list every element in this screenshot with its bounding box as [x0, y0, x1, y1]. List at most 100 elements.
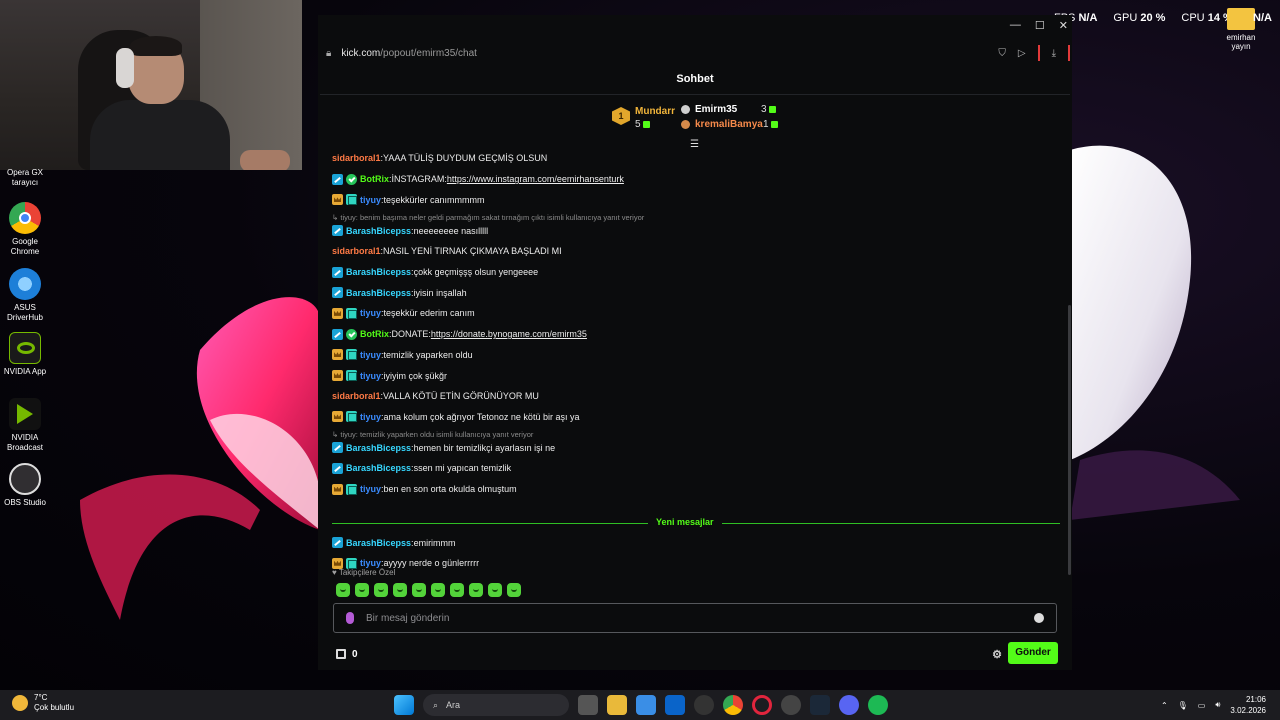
chat-message: BarashBicepss: iyisin inşallah	[332, 287, 467, 299]
mod-badge-icon	[332, 225, 343, 237]
chat-message: BotRix: DONATE: https://donate.bynogame.…	[332, 328, 587, 340]
chat-username[interactable]: sidarboral1	[332, 153, 381, 163]
leaderboard-second-name[interactable]: Emirm35	[695, 104, 737, 115]
taskbar-search[interactable]: ⌕ Ara	[423, 694, 569, 716]
weather-widget[interactable]: 7°C Çok bulutlu	[12, 693, 74, 713]
chat-username[interactable]: tiyuy	[360, 371, 381, 381]
chat-username[interactable]: BotRix	[360, 174, 389, 184]
minimize-button[interactable]: —	[1010, 19, 1021, 32]
download-icon[interactable]: ⤓	[1052, 48, 1056, 59]
chat-input-placeholder: Bir mesaj gönderin	[366, 612, 450, 624]
weather-icon	[12, 695, 28, 711]
chat-username[interactable]: BarashBicepss	[346, 538, 411, 548]
task-view-icon[interactable]	[578, 695, 598, 715]
chat-username[interactable]: BotRix	[360, 329, 389, 339]
chat-username[interactable]: BarashBicepss	[346, 463, 411, 473]
chat-message-input[interactable]: Bir mesaj gönderin	[333, 603, 1057, 633]
obs-taskbar-icon[interactable]	[781, 695, 801, 715]
chat-message: sidarboral1: NASIL YENİ TIRNAK ÇIKMAYA B…	[332, 246, 562, 256]
chat-username[interactable]: tiyuy	[360, 350, 381, 360]
steam-icon[interactable]	[810, 695, 830, 715]
chat-username[interactable]: tiyuy	[360, 484, 381, 494]
reply-context[interactable]: ↳ tiyuy: temizlik yaparken oldu isimli k…	[332, 430, 533, 439]
chat-message-link[interactable]: https://donate.bynogame.com/emirm35	[431, 329, 587, 339]
emoji-picker-icon[interactable]	[1034, 613, 1044, 623]
emote-bar	[336, 583, 521, 597]
emote-4[interactable]	[393, 583, 407, 597]
desktop-icon-nvidia-app[interactable]: NVIDIA App	[2, 332, 48, 377]
volume-icon[interactable]: 🔊︎	[1215, 700, 1220, 710]
chat-username[interactable]: sidarboral1	[332, 391, 381, 401]
recording-indicator	[1037, 45, 1040, 61]
leaderboard-first-count: 5	[635, 119, 650, 130]
emote-10[interactable]	[507, 583, 521, 597]
leaderboard-third-name[interactable]: kremaliBamya	[695, 119, 763, 130]
search-icon: ⌕	[433, 699, 439, 710]
microsoft-store-icon[interactable]	[636, 695, 656, 715]
sub-badge-icon	[346, 411, 357, 423]
microphone-tray-icon[interactable]: 🎙︎	[1178, 701, 1188, 710]
chat-message: sidarboral1: YAAA TÜLİŞ DUYDUM GEÇMİŞ OL…	[332, 153, 547, 163]
chat-username[interactable]: BarashBicepss	[346, 288, 411, 298]
desktop-icon-asus-driverhub[interactable]: ASUS DriverHub	[2, 268, 48, 323]
emote-7[interactable]	[450, 583, 464, 597]
sub-badge-icon	[346, 370, 357, 381]
chat-message-link[interactable]: https://www.instagram.com/eemirhansentur…	[447, 174, 624, 184]
settings-app-icon[interactable]	[694, 695, 714, 715]
display-tray-icon[interactable]: ▭	[1198, 701, 1206, 710]
desktop-icon-opera-gx[interactable]: Opera GX tarayıcı	[2, 168, 48, 188]
chat-username[interactable]: tiyuy	[360, 412, 381, 422]
settings-gear-icon[interactable]: ⚙	[992, 648, 1002, 661]
desktop-icon-chrome[interactable]: Google Chrome	[2, 202, 48, 257]
desktop-icon-obs-studio[interactable]: OBS Studio	[2, 463, 48, 508]
emote-5[interactable]	[412, 583, 426, 597]
file-explorer-icon[interactable]	[607, 695, 627, 715]
emote-1[interactable]	[336, 583, 350, 597]
emote-3[interactable]	[374, 583, 388, 597]
tray-overflow-chevron-icon[interactable]: ⌃	[1161, 701, 1168, 710]
chat-username[interactable]: tiyuy	[360, 195, 381, 205]
chat-username[interactable]: tiyuy	[360, 558, 381, 568]
taskbar-search-label: Ara	[446, 700, 461, 710]
outlook-icon[interactable]	[665, 695, 685, 715]
emote-2[interactable]	[355, 583, 369, 597]
reply-context[interactable]: ↳ tiyuy: benim başıma neler geldi parmağ…	[332, 213, 644, 222]
address-bar[interactable]: 🔒︎ kick.com/popout/emirm35/chat ⛉ ▷ ⤓	[318, 41, 1072, 65]
shield-icon[interactable]: ⛉	[998, 48, 1006, 59]
chrome-taskbar-icon[interactable]	[723, 695, 743, 715]
chat-message-text: teşekkürler canımmmmm	[383, 194, 485, 205]
asus-driverhub-icon	[9, 268, 41, 300]
chat-username[interactable]: BarashBicepss	[346, 443, 411, 453]
webcam-person	[90, 100, 230, 170]
store-icon[interactable]	[336, 649, 346, 659]
opera-gx-taskbar-icon[interactable]	[752, 695, 772, 715]
send-icon[interactable]: ▷	[1018, 48, 1026, 59]
sub-badge-icon	[346, 194, 357, 206]
chat-scrollbar[interactable]	[1068, 305, 1071, 575]
emote-6[interactable]	[431, 583, 445, 597]
gpu-stat: GPU 20 %	[1113, 12, 1165, 24]
chat-username[interactable]: sidarboral1	[332, 246, 381, 256]
chat-username[interactable]: BarashBicepss	[346, 226, 411, 236]
discord-icon[interactable]	[839, 695, 859, 715]
emote-label-text: Takipçilere Özel	[338, 568, 396, 577]
microphone-icon[interactable]	[346, 612, 354, 624]
windows-taskbar: 7°C Çok bulutlu ⌕ Ara ⌃ 🎙︎ ▭ 🔊︎ 21:06 3.0…	[0, 690, 1280, 720]
chat-popup-window: — ☐ ✕ 🔒︎ kick.com/popout/emirm35/chat ⛉ …	[318, 15, 1072, 670]
wallpaper-wave-left	[80, 297, 320, 620]
emote-9[interactable]	[488, 583, 502, 597]
spotify-icon[interactable]	[868, 695, 888, 715]
start-windows-icon[interactable]	[394, 695, 414, 715]
chat-username[interactable]: tiyuy	[360, 308, 381, 318]
leaderboard-first-name[interactable]: Mundarr	[635, 106, 675, 117]
close-button[interactable]: ✕	[1059, 19, 1068, 32]
maximize-button[interactable]: ☐	[1035, 19, 1045, 32]
nvidia-broadcast-icon	[9, 398, 41, 430]
desktop-icon-nvidia-broadcast[interactable]: NVIDIA Broadcast	[2, 398, 48, 453]
chat-username[interactable]: BarashBicepss	[346, 267, 411, 277]
leaderboard-third-count: 1	[763, 119, 778, 130]
send-button[interactable]: Gönder	[1008, 642, 1058, 664]
emote-8[interactable]	[469, 583, 483, 597]
sub-badge-icon	[346, 349, 357, 361]
clock[interactable]: 21:06 3.02.2026	[1230, 694, 1266, 716]
